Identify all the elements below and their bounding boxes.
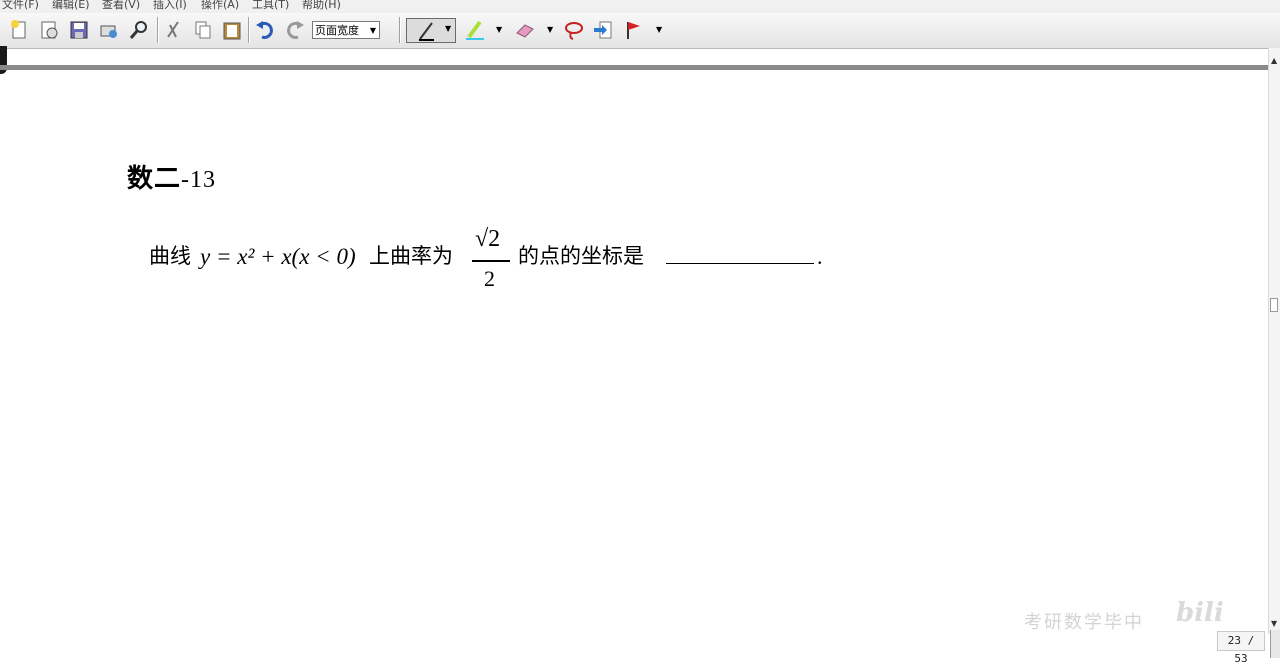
- menu-edit[interactable]: 编辑(E): [52, 0, 90, 10]
- heading-number: -13: [181, 167, 217, 193]
- problem-suffix: 的点的坐标是: [518, 244, 644, 268]
- corner-button[interactable]: [1270, 630, 1280, 658]
- chevron-down-icon[interactable]: ▼: [656, 25, 662, 34]
- eraser-icon[interactable]: [513, 18, 537, 42]
- zoom-select[interactable]: 页面宽度 ▼: [312, 21, 380, 39]
- problem-statement: 曲线 y = x² + x(x < 0) 上曲率为 √2 2 的点的坐标是 .: [149, 226, 869, 296]
- problem-prefix: 曲线: [149, 244, 191, 268]
- redo-icon[interactable]: [283, 18, 307, 42]
- fraction-bar: [472, 260, 510, 262]
- zoom-value: 页面宽度: [315, 24, 359, 37]
- page-top-border: [0, 65, 1268, 70]
- heading-text: 数二: [127, 164, 182, 194]
- menu-bar: 文件(F) 编辑(E) 查看(V) 插入(I) 操作(A) 工具(T) 帮助(H…: [0, 0, 1280, 13]
- open-icon[interactable]: [37, 18, 61, 42]
- menu-help[interactable]: 帮助(H): [302, 0, 341, 10]
- toolbar: 页面宽度 ▼ ▼ ▼ ▼ ▼: [0, 13, 1280, 49]
- print-icon[interactable]: [97, 18, 121, 42]
- chevron-down-icon: ▼: [445, 24, 452, 33]
- highlighter-icon[interactable]: [463, 18, 487, 42]
- lasso-icon[interactable]: [562, 18, 586, 42]
- menu-insert[interactable]: 插入(I): [153, 0, 187, 10]
- scroll-down-icon[interactable]: ▼: [1271, 619, 1277, 628]
- chevron-down-icon[interactable]: ▼: [496, 25, 502, 34]
- answer-blank: [666, 263, 814, 264]
- pen-icon: [419, 22, 434, 41]
- save-icon[interactable]: [67, 18, 91, 42]
- paste-icon[interactable]: [220, 18, 244, 42]
- copy-icon[interactable]: [191, 18, 215, 42]
- menu-tools[interactable]: 工具(T): [252, 0, 289, 10]
- menu-view[interactable]: 查看(V): [102, 0, 140, 10]
- problem-end: .: [817, 244, 823, 269]
- fraction-numerator: √2: [475, 226, 501, 252]
- cut-icon[interactable]: [161, 18, 185, 42]
- scroll-thumb[interactable]: [1270, 298, 1278, 312]
- problem-equation: y = x² + x(x < 0): [200, 244, 356, 269]
- page-counter: 23 / 53: [1217, 631, 1265, 665]
- vertical-scrollbar[interactable]: ▲ ▼: [1268, 48, 1280, 634]
- problem-heading: 数二-13: [127, 158, 216, 195]
- flag-icon[interactable]: [622, 18, 646, 42]
- scroll-up-icon[interactable]: ▲: [1271, 56, 1277, 65]
- pen-button[interactable]: ▼: [406, 18, 456, 43]
- undo-icon[interactable]: [253, 18, 277, 42]
- insert-space-icon[interactable]: [591, 18, 615, 42]
- chevron-down-icon[interactable]: ▼: [547, 25, 553, 34]
- problem-middle: 上曲率为: [369, 244, 453, 268]
- menu-file[interactable]: 文件(F): [2, 0, 39, 10]
- find-icon[interactable]: [127, 18, 151, 42]
- chevron-down-icon: ▼: [369, 26, 376, 35]
- watermark-text: 考研数学毕中: [1024, 612, 1144, 633]
- new-icon[interactable]: [7, 18, 31, 42]
- menu-action[interactable]: 操作(A): [201, 0, 239, 10]
- watermark-logo: bili: [1176, 598, 1224, 628]
- fraction-denominator: 2: [484, 266, 495, 291]
